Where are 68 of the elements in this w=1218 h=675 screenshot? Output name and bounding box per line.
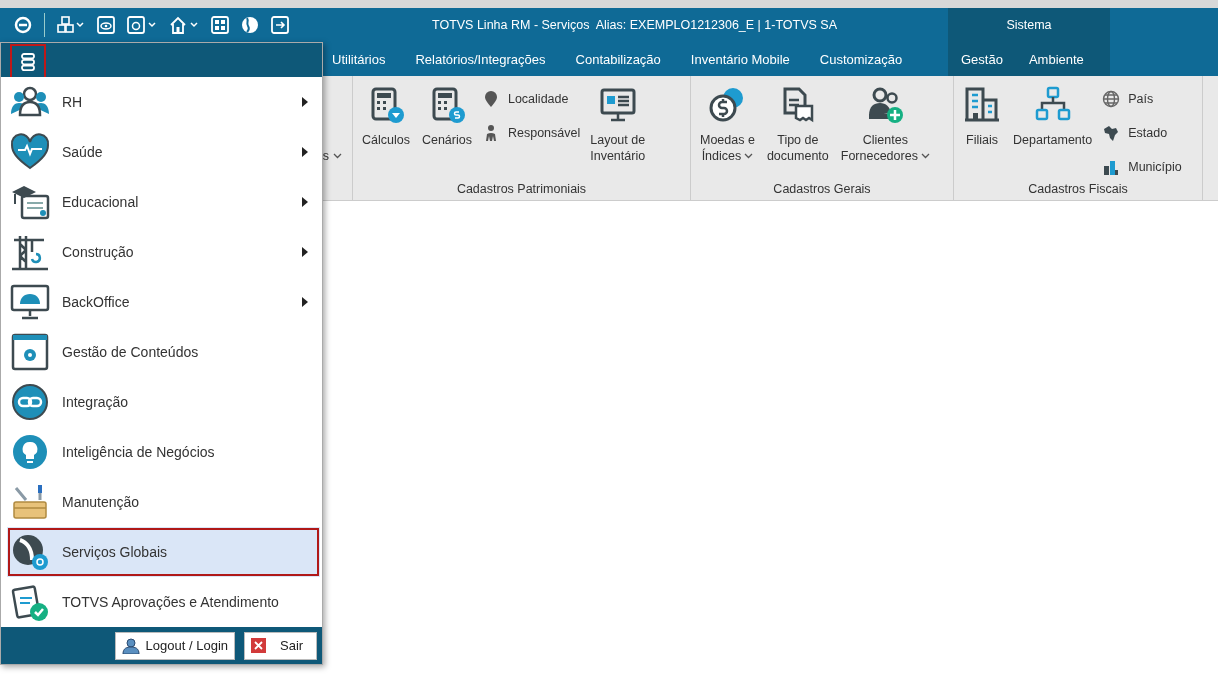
ribbon-button[interactable]: Clientes Fornecedores <box>835 82 935 168</box>
map-icon <box>1102 124 1121 142</box>
close-icon <box>251 638 266 653</box>
ribbon-group-title: Cadastros Fiscais <box>1027 182 1129 198</box>
ribbon-button[interactable]: Estado <box>1099 122 1185 144</box>
ribbon-button[interactable]: País <box>1099 88 1185 110</box>
submenu-arrow-icon <box>302 247 308 257</box>
menu-item[interactable]: Gestão de Conteúdos <box>1 327 322 377</box>
ribbon-button[interactable]: Cenários <box>416 82 477 152</box>
toolbox-icon <box>10 482 50 522</box>
submenu-arrow-icon <box>302 97 308 107</box>
window-title: TOTVS Linha RM - Serviços Alias: EXEMPLO1212306_E | 1-TOTVS SA <box>432 18 838 32</box>
ribbon-button[interactable]: Departamento <box>1008 82 1098 152</box>
ribbon-group-title: Cadastros Patrimoniais <box>455 182 588 198</box>
ribbon-tab[interactable]: Ambiente <box>1015 42 1097 76</box>
menu-item[interactable]: Integração <box>1 377 322 427</box>
footer-button[interactable]: Sair <box>244 631 317 660</box>
link-icon <box>10 382 50 422</box>
building-icon <box>963 86 1001 124</box>
ribbon-tab[interactable]: Inventário Mobile <box>675 42 805 76</box>
menu-item[interactable]: Saúde <box>1 127 322 177</box>
ribbon-button[interactable]: Responsável <box>478 122 584 144</box>
globe2-icon <box>1102 90 1121 108</box>
menu-item[interactable]: RH <box>1 77 322 127</box>
ribbon-button[interactable]: Município <box>1099 156 1185 178</box>
menu-item[interactable]: Construção <box>1 227 322 277</box>
eye-icon[interactable] <box>97 16 115 34</box>
heart-icon <box>10 132 50 172</box>
ribbon-button-label[interactable]: s <box>322 149 329 163</box>
check-icon <box>10 582 50 622</box>
ribbon-tab[interactable]: Utilitários <box>322 42 401 76</box>
menu-icon <box>20 53 36 71</box>
footer-button[interactable]: Logout / Login <box>114 631 235 660</box>
ribbon-button[interactable]: Cálculos <box>357 82 415 152</box>
menu-item[interactable]: Inteligência de Negócios <box>1 427 322 477</box>
monitor-icon <box>598 86 637 124</box>
people-icon <box>866 86 905 124</box>
menu-item[interactable]: Manutenção <box>1 477 322 527</box>
city-icon <box>1102 158 1121 176</box>
ribbon-button[interactable]: Moedas e Índices <box>695 82 760 168</box>
ribbon-button[interactable]: Layout de Inventário <box>585 82 651 168</box>
menu-item[interactable]: Serviços Globais <box>7 527 320 577</box>
window-icon <box>10 332 50 372</box>
home-icon[interactable] <box>169 16 199 34</box>
grid-icon[interactable] <box>211 16 229 34</box>
ribbon-button[interactable]: Filiais <box>958 82 1006 152</box>
submenu-arrow-icon <box>302 147 308 157</box>
window-refresh-icon[interactable] <box>127 16 157 34</box>
ribbon-tab[interactable]: Customização <box>804 42 918 76</box>
shapes-icon[interactable] <box>57 16 85 34</box>
ribbon-button[interactable]: Localidade <box>478 88 584 110</box>
chevron-down-icon <box>744 153 754 159</box>
submenu-arrow-icon <box>302 297 308 307</box>
ribbon-tab[interactable]: Gestão <box>948 42 1016 76</box>
ribbon-tab[interactable]: Relatórios/Integrações <box>400 42 561 76</box>
menu-item[interactable]: Educacional <box>1 177 322 227</box>
submenu-arrow-icon <box>302 197 308 207</box>
bulb-icon <box>10 432 50 472</box>
chevron-down-icon <box>920 153 930 159</box>
ribbon-group-title: Cadastros Gerais <box>772 182 872 198</box>
ribbon-tab[interactable]: Contabilização <box>560 42 676 76</box>
exit-icon[interactable] <box>271 16 289 34</box>
menu-item[interactable]: TOTVS Aprovações e Atendimento <box>1 577 322 627</box>
ribbon-button[interactable]: Tipo de documento <box>761 82 834 168</box>
user-icon <box>121 637 140 654</box>
context-header: Sistema <box>948 8 1110 42</box>
monitor-icon <box>10 282 50 322</box>
menu-item[interactable]: BackOffice <box>1 277 322 327</box>
